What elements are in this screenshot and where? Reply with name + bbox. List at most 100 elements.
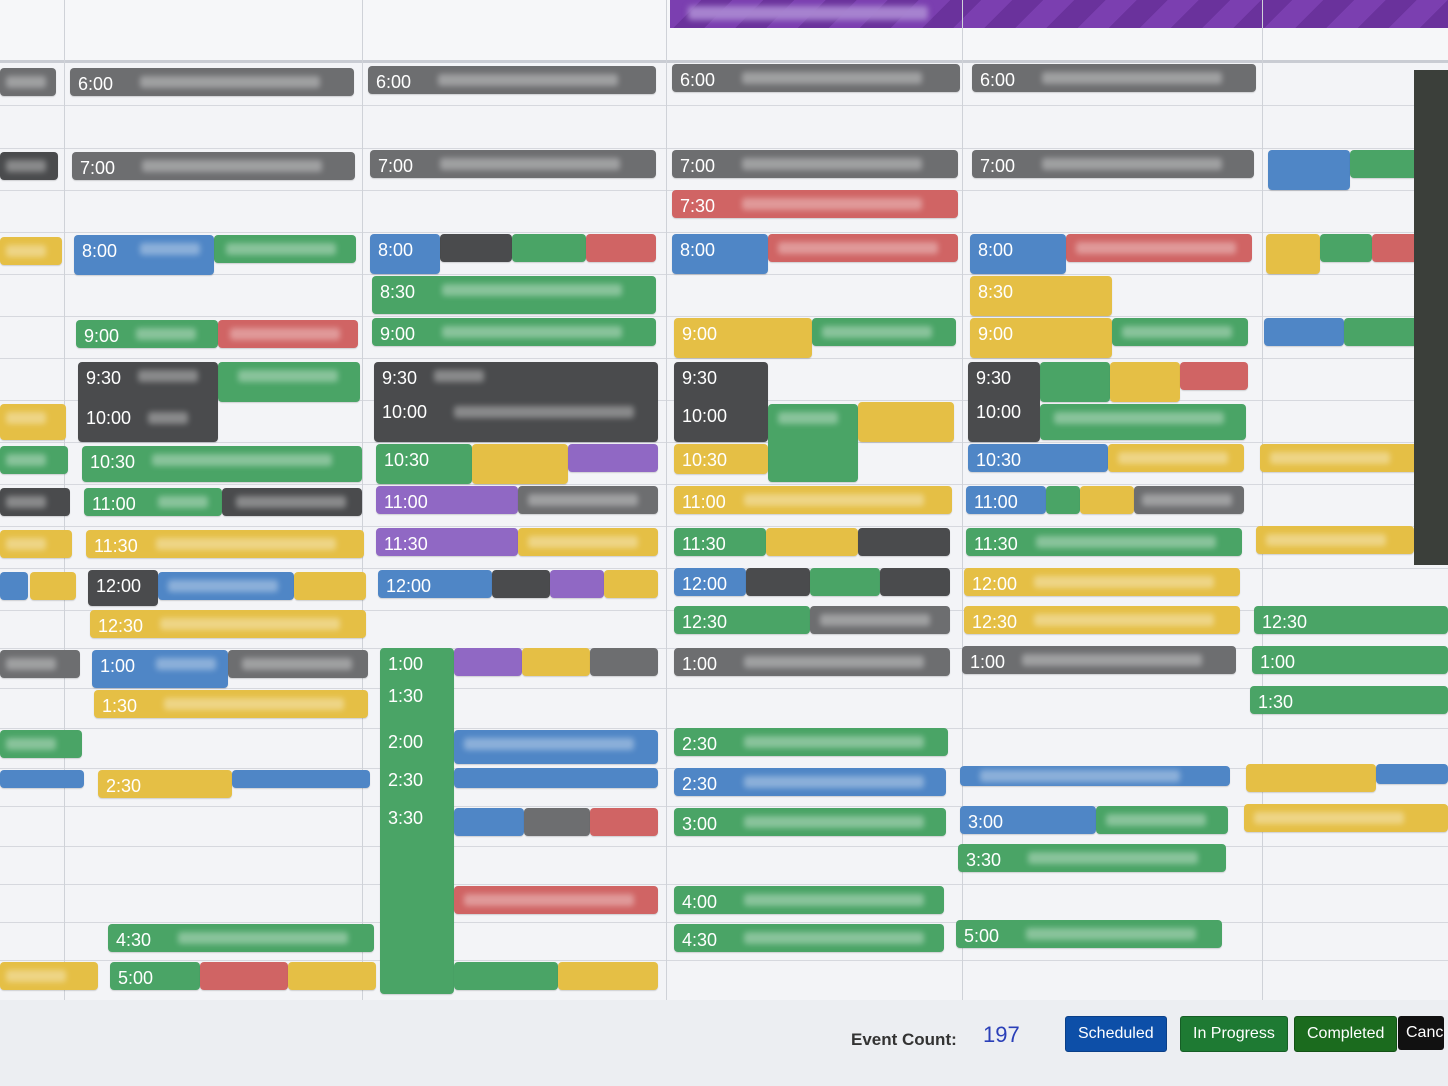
event-block[interactable]: [1046, 486, 1080, 514]
event-block[interactable]: 11:00: [84, 488, 222, 516]
event-block[interactable]: 4:00: [674, 886, 944, 914]
event-block[interactable]: 11:00: [674, 486, 952, 514]
event-block[interactable]: 11:30: [86, 530, 364, 558]
event-block[interactable]: 8:00: [370, 234, 440, 274]
event-block[interactable]: [200, 962, 288, 990]
event-block[interactable]: [1040, 404, 1246, 440]
event-block[interactable]: 3:30: [958, 844, 1226, 872]
event-block[interactable]: [586, 234, 656, 262]
event-block[interactable]: [440, 234, 512, 262]
event-block[interactable]: [0, 152, 58, 180]
event-block[interactable]: 9:00: [76, 320, 218, 348]
event-block[interactable]: [746, 568, 810, 596]
event-block[interactable]: 11:00: [966, 486, 1046, 514]
event-block[interactable]: [1256, 526, 1414, 554]
event-block[interactable]: 7:30: [672, 190, 958, 218]
event-block[interactable]: [810, 606, 950, 634]
event-block[interactable]: [0, 650, 80, 678]
event-block[interactable]: 12:00: [674, 568, 746, 596]
event-block[interactable]: 8:30: [970, 276, 1112, 316]
event-block[interactable]: [960, 766, 1230, 786]
event-block[interactable]: 9:30 10:00: [374, 362, 658, 442]
event-block[interactable]: [522, 648, 590, 676]
event-block[interactable]: [454, 962, 558, 990]
event-block[interactable]: [1096, 806, 1228, 834]
event-block[interactable]: 7:00: [72, 152, 355, 180]
event-block[interactable]: 12:30: [90, 610, 366, 638]
event-block[interactable]: [1112, 318, 1248, 346]
event-block[interactable]: 3:00: [674, 808, 946, 836]
event-block[interactable]: [232, 770, 370, 788]
event-block[interactable]: [0, 770, 84, 788]
event-block[interactable]: 8:00: [74, 235, 214, 275]
event-block[interactable]: [1180, 362, 1248, 390]
event-block[interactable]: [492, 570, 550, 598]
event-block[interactable]: 11:00: [376, 486, 518, 514]
event-block[interactable]: [0, 572, 28, 600]
event-block[interactable]: 8:30: [372, 276, 656, 314]
event-block[interactable]: [768, 234, 958, 262]
event-block[interactable]: [1266, 234, 1320, 274]
event-block[interactable]: [766, 528, 858, 556]
event-block[interactable]: 6:00: [368, 66, 656, 94]
event-block[interactable]: [0, 446, 68, 474]
event-block[interactable]: [158, 572, 294, 600]
event-block[interactable]: 10:30: [82, 446, 362, 482]
event-block[interactable]: [518, 486, 658, 514]
event-block[interactable]: [30, 572, 76, 600]
event-block[interactable]: [472, 444, 568, 484]
event-block[interactable]: 5:00: [956, 920, 1222, 948]
event-block[interactable]: 7:00: [972, 150, 1254, 178]
event-block[interactable]: [512, 234, 586, 262]
event-block[interactable]: [218, 362, 360, 402]
event-block[interactable]: 2:30: [674, 728, 948, 756]
event-block[interactable]: 7:00: [672, 150, 958, 178]
event-block[interactable]: [0, 962, 98, 990]
event-block[interactable]: [1080, 486, 1134, 514]
event-block[interactable]: 8:00: [672, 234, 768, 274]
event-block[interactable]: 12:30: [1254, 606, 1448, 634]
event-block[interactable]: [0, 237, 62, 265]
event-block[interactable]: 12:00: [88, 570, 158, 606]
event-block[interactable]: 1:30: [1250, 686, 1448, 714]
event-block[interactable]: 1:00 1:30 2:00 2:30 3:30: [380, 648, 454, 994]
event-block[interactable]: 10:30: [376, 444, 472, 484]
event-block[interactable]: 10:30: [674, 444, 768, 474]
event-block[interactable]: 6:00: [972, 64, 1256, 92]
all-day-event-bar[interactable]: [670, 0, 1448, 28]
event-block[interactable]: 4:30: [108, 924, 374, 952]
event-block[interactable]: 1:00: [92, 650, 228, 688]
event-block[interactable]: [294, 572, 366, 600]
vertical-scrollbar[interactable]: [1414, 70, 1448, 565]
event-block[interactable]: 9:00: [372, 318, 656, 346]
event-block[interactable]: 6:00: [70, 68, 354, 96]
event-block[interactable]: [454, 730, 658, 764]
event-block[interactable]: 1:00: [674, 648, 950, 676]
event-block[interactable]: [558, 962, 658, 990]
event-block[interactable]: [590, 808, 658, 836]
event-block[interactable]: [518, 528, 658, 556]
event-block[interactable]: [810, 568, 880, 596]
event-block[interactable]: [524, 808, 590, 836]
event-block[interactable]: 9:30 10:00: [674, 362, 768, 442]
event-block[interactable]: [454, 648, 522, 676]
event-block[interactable]: [454, 768, 658, 788]
event-block[interactable]: 12:30: [674, 606, 810, 634]
event-block[interactable]: [0, 68, 56, 96]
event-block[interactable]: [1246, 764, 1376, 792]
event-block[interactable]: [604, 570, 658, 598]
event-block[interactable]: [1134, 486, 1244, 514]
event-block[interactable]: [454, 886, 658, 914]
event-block[interactable]: [1108, 444, 1244, 472]
event-block[interactable]: [858, 402, 954, 442]
event-block[interactable]: [1376, 764, 1448, 784]
event-block[interactable]: [1264, 318, 1344, 346]
event-block[interactable]: [288, 962, 376, 990]
event-block[interactable]: 9:00: [970, 318, 1112, 358]
event-block[interactable]: 10:30: [968, 444, 1108, 472]
event-block[interactable]: [0, 488, 70, 516]
event-block[interactable]: [880, 568, 950, 596]
event-block[interactable]: 9:30 10:00: [78, 362, 218, 442]
event-block[interactable]: [1320, 234, 1372, 262]
event-block[interactable]: 11:30: [674, 528, 766, 556]
